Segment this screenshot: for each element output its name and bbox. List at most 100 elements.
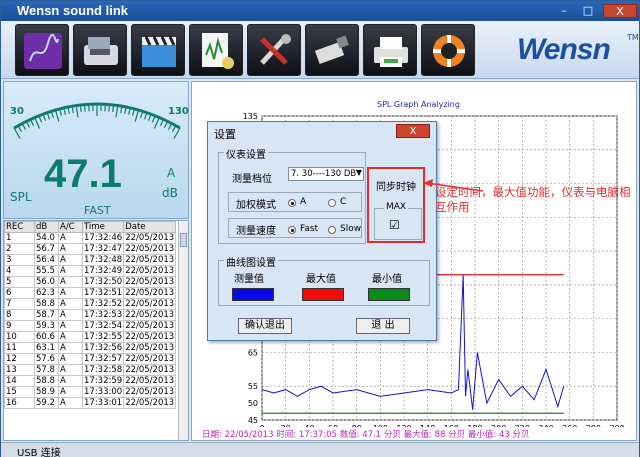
- scroll-thumb[interactable]: [180, 233, 187, 247]
- table-cell: 59.3: [34, 320, 59, 332]
- curve-button[interactable]: [15, 24, 69, 76]
- printer-icon: [374, 37, 408, 67]
- brand-logo: Wensn TM: [517, 33, 639, 66]
- record-table[interactable]: REC dB A/C Time Date 1 54.0 A 17:32:46 22/05/201…: [3, 220, 189, 441]
- table-row[interactable]: 9 59.3 A 17:32:54 22/05/2013: [4, 320, 177, 332]
- annotation-text: 设定时间，最大值功能，仪表与电脑相互作用: [435, 185, 631, 214]
- maximize-button[interactable]: □: [577, 4, 599, 18]
- column-header[interactable]: REC: [4, 221, 35, 233]
- meter-tick: [17, 125, 23, 133]
- table-cell: 6: [4, 287, 35, 299]
- table-cell: 17:32:48: [81, 254, 125, 266]
- max-color-label: 最大值: [306, 274, 336, 285]
- table-cell: 63.1: [34, 342, 59, 354]
- table-cell: 1: [4, 232, 35, 244]
- minimize-button[interactable]: –: [553, 4, 575, 18]
- table-cell: 9: [4, 320, 35, 332]
- annotation-highlight-box: [367, 167, 425, 243]
- table-cell: 60.6: [34, 331, 59, 343]
- max-color-swatch[interactable]: [302, 288, 344, 301]
- report-sheet-icon: [202, 33, 234, 69]
- x-tick-label: 0: [259, 424, 264, 427]
- help-lifebuoy-icon: [433, 35, 465, 67]
- table-row[interactable]: 12 57.6 A 17:32:57 22/05/2013: [4, 353, 177, 365]
- speed-slow-label: Slow: [340, 224, 362, 234]
- speed-fast-radio[interactable]: [288, 226, 296, 234]
- table-row[interactable]: 1 54.0 A 17:32:46 22/05/2013: [4, 232, 177, 244]
- report-button[interactable]: [189, 24, 243, 76]
- video-button[interactable]: [131, 24, 185, 76]
- speed-label: 测量速度: [236, 226, 276, 237]
- meter-tick: [54, 109, 60, 122]
- table-row[interactable]: 2 56.7 A 17:32:47 22/05/2013: [4, 243, 177, 255]
- dialog-close-button[interactable]: X: [396, 124, 430, 138]
- save-button[interactable]: [73, 24, 127, 76]
- table-row[interactable]: 11 63.1 A 17:32:56 22/05/2013: [4, 342, 177, 354]
- speed-slow-radio[interactable]: [328, 226, 336, 234]
- toolbar: Wensn TM: [1, 21, 639, 79]
- min-color-swatch[interactable]: [368, 288, 410, 301]
- table-cell: 10: [4, 331, 35, 343]
- save-disk-icon: [84, 37, 118, 65]
- close-button[interactable]: X: [603, 4, 637, 18]
- x-tick-label: 260: [562, 424, 577, 427]
- table-cell: 22/05/2013: [123, 364, 177, 376]
- table-cell: 22/05/2013: [123, 353, 177, 365]
- meter-tick: [163, 121, 169, 128]
- table-cell: 22/05/2013: [123, 309, 177, 321]
- table-row[interactable]: 10 60.6 A 17:32:55 22/05/2013: [4, 331, 177, 343]
- column-header[interactable]: Time: [81, 221, 125, 233]
- measured-color-swatch[interactable]: [232, 288, 274, 301]
- connection-status: USB 连接: [17, 448, 61, 457]
- table-cell: A: [58, 287, 83, 299]
- scale-max-label: 130: [168, 106, 189, 117]
- exit-button[interactable]: 退 出: [356, 318, 410, 334]
- table-cell: 3: [4, 254, 35, 266]
- column-header[interactable]: A/C: [58, 221, 83, 233]
- table-row[interactable]: 14 58.8 A 17:32:59 22/05/2013: [4, 375, 177, 387]
- table-row[interactable]: 8 58.7 A 17:32:53 22/05/2013: [4, 309, 177, 321]
- x-tick-label: 80: [352, 424, 362, 427]
- graph-title: SPL Graph Analyzing: [377, 100, 460, 109]
- weighting-c-radio[interactable]: [328, 199, 336, 207]
- scale-min-label: 30: [10, 106, 24, 117]
- spl-meter-panel: 30 130 47.1 A dB SPL FAST: [3, 81, 189, 219]
- graph-status-line: 日期: 22/05/2013 时间: 17:37:05 数值: 47.1 分贝 …: [202, 430, 530, 440]
- table-row[interactable]: 7 58.8 A 17:32:52 22/05/2013: [4, 298, 177, 310]
- usb-button[interactable]: [305, 24, 359, 76]
- print-button[interactable]: [363, 24, 417, 76]
- table-cell: 17:32:47: [81, 243, 125, 255]
- meter-tick: [13, 127, 21, 139]
- usb-drive-icon: [314, 35, 349, 64]
- column-header[interactable]: dB: [34, 221, 59, 233]
- table-row[interactable]: 15 58.9 A 17:33:00 22/05/2013: [4, 386, 177, 398]
- x-tick-label: 220: [515, 424, 530, 427]
- table-row[interactable]: 3 56.4 A 17:32:48 22/05/2013: [4, 254, 177, 266]
- table-cell: A: [58, 254, 83, 266]
- meter-scale-gauge: [13, 102, 181, 139]
- table-cell: 17:32:52: [81, 298, 125, 310]
- table-row[interactable]: 6 62.3 A 17:32:51 22/05/2013: [4, 287, 177, 299]
- table-row[interactable]: 13 57.8 A 17:32:58 22/05/2013: [4, 364, 177, 376]
- title-bar: Wensn sound link – □ X: [1, 1, 639, 21]
- table-cell: 11: [4, 342, 35, 354]
- column-header[interactable]: Date: [123, 221, 177, 233]
- weighting-label: A: [167, 166, 176, 180]
- help-button[interactable]: [421, 24, 475, 76]
- response-mode-label: FAST: [84, 204, 111, 217]
- curve-settings-label: 曲线图设置: [224, 254, 278, 269]
- table-cell: 22/05/2013: [123, 397, 177, 409]
- weighting-a-radio[interactable]: [288, 199, 296, 207]
- x-tick-label: 280: [586, 424, 601, 427]
- table-cell: 57.8: [34, 364, 59, 376]
- table-row[interactable]: 4 55.5 A 17:32:49 22/05/2013: [4, 265, 177, 277]
- y-tick-label: 55: [248, 382, 258, 391]
- table-row[interactable]: 16 59.2 A 17:33:01 22/05/2013: [4, 397, 177, 409]
- range-select[interactable]: 7. 30----130 DB ▼: [288, 167, 364, 181]
- table-row[interactable]: 5 56.0 A 17:32:50 22/05/2013: [4, 276, 177, 288]
- table-cell: 56.7: [34, 243, 59, 255]
- confirm-exit-button[interactable]: 确认退出: [238, 318, 292, 334]
- table-scrollbar[interactable]: [178, 221, 188, 440]
- table-cell: 13: [4, 364, 35, 376]
- settings-button[interactable]: [247, 24, 301, 76]
